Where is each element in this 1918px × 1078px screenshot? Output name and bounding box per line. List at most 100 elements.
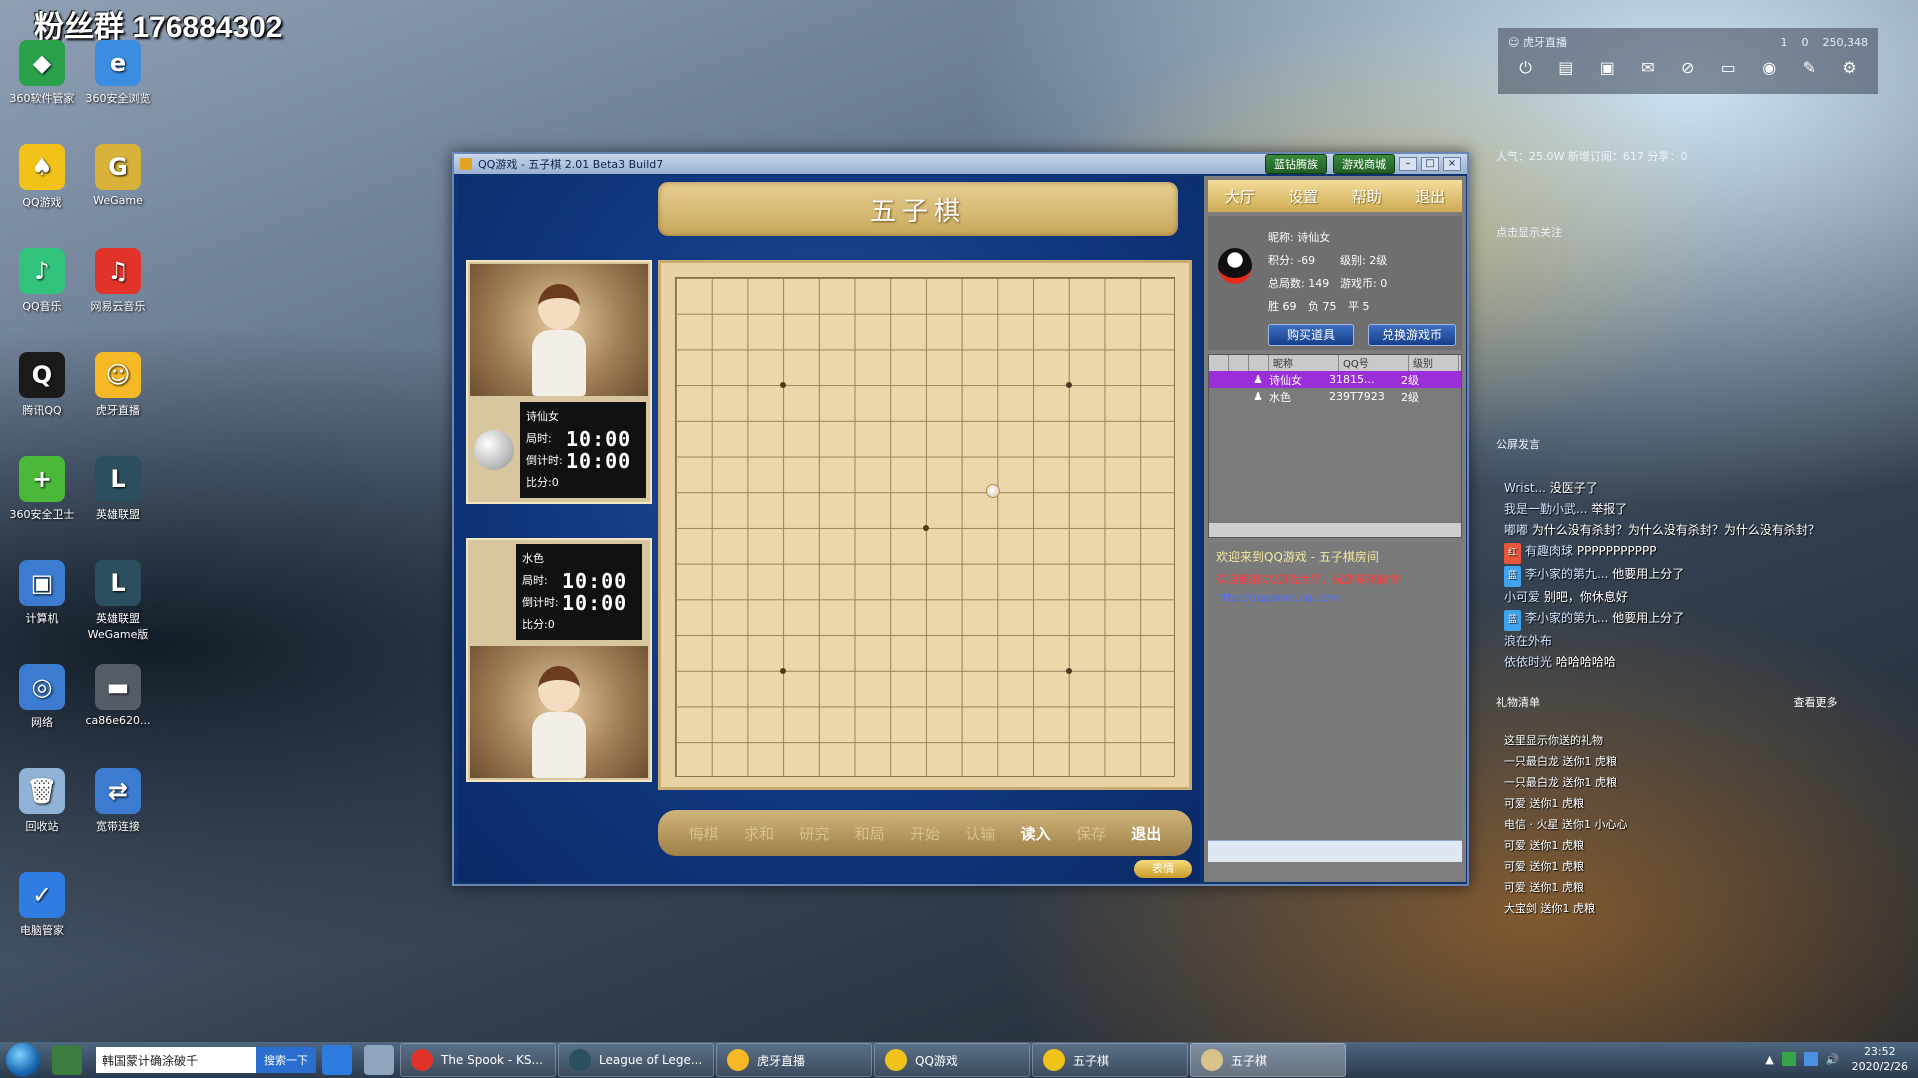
camera-icon[interactable]: ◉ — [1762, 58, 1776, 78]
taskbar-search-input[interactable]: 韩国蒙计确涂破千 — [96, 1047, 256, 1073]
desktop-icon[interactable]: ♪ QQ音乐 — [2, 248, 82, 314]
taskbar-button[interactable]: 虎牙直播 — [716, 1043, 872, 1077]
ie-icon[interactable] — [322, 1045, 352, 1075]
power-icon[interactable]: ⏻ — [1519, 58, 1532, 78]
desktop-icon[interactable]: L 英雄联盟 — [78, 456, 158, 522]
exchange-coins-button[interactable]: 兑换游戏币 — [1368, 324, 1456, 346]
taskbar-search-button[interactable]: 搜索一下 — [256, 1047, 316, 1073]
col-level[interactable]: 级别 — [1409, 355, 1459, 371]
network-icon[interactable] — [1803, 1052, 1818, 1066]
desktop-icon[interactable]: ✓ 电脑管家 — [2, 872, 82, 938]
close-icon[interactable]: × — [1443, 157, 1461, 171]
danmaku-user[interactable]: 嘟嘟 — [1504, 523, 1532, 537]
study-button[interactable]: 研究 — [799, 823, 829, 844]
taskbar-button-label: The Spook - KS... — [441, 1053, 543, 1067]
regret-button[interactable]: 悔棋 — [689, 823, 719, 844]
app-icon: ♠ — [19, 144, 65, 190]
taskbar-button[interactable]: 五子棋 — [1032, 1043, 1188, 1077]
start-button[interactable] — [6, 1043, 40, 1077]
browser-icon[interactable] — [52, 1045, 82, 1075]
danmaku-user[interactable]: 浪在外布 — [1504, 634, 1552, 648]
gift-icon[interactable]: ✉ — [1641, 58, 1654, 78]
taskbar-button[interactable]: QQ游戏 — [874, 1043, 1030, 1077]
stat-viewers: 1 — [1780, 35, 1788, 49]
col-qq[interactable]: QQ号 — [1339, 355, 1409, 371]
danmaku-text: 举报了 — [1591, 502, 1628, 516]
stat-total: 250,348 — [1822, 35, 1869, 49]
danmaku-item: Wrist... 没医子了 — [1504, 478, 1884, 499]
buy-items-button[interactable]: 购买道具 — [1268, 324, 1354, 346]
mute-icon[interactable]: ⊘ — [1681, 58, 1694, 78]
draw-request-button[interactable]: 求和 — [744, 823, 774, 844]
emote-button[interactable]: 表情 — [1134, 860, 1192, 878]
load-button[interactable]: 读入 — [1021, 823, 1051, 844]
desktop-icon[interactable]: ▣ 计算机 — [2, 560, 82, 626]
minimize-icon[interactable]: – — [1399, 157, 1417, 171]
game-store-button[interactable]: 游戏商城 — [1333, 154, 1395, 174]
app-icon: Q — [19, 352, 65, 398]
star-point — [923, 525, 929, 531]
desktop-icon[interactable]: Q 腾讯QQ — [2, 352, 82, 418]
menu-exit[interactable]: 退出 — [1415, 186, 1445, 207]
volume-icon[interactable]: 🔊 — [1826, 1053, 1840, 1066]
desktop-icon[interactable]: +360安全卫士 — [2, 456, 82, 522]
desktop-icon[interactable]: ▬ ca86e620... — [78, 664, 158, 727]
gear-icon[interactable]: ⚙ — [1842, 58, 1856, 78]
menu-lobby[interactable]: 大厅 — [1225, 186, 1255, 207]
col-nickname[interactable]: 昵称 — [1269, 355, 1339, 371]
danmaku-user[interactable]: 小可爱 — [1504, 590, 1544, 604]
danmaku-title: 公屏发言 — [1496, 438, 1540, 451]
resign-button[interactable]: 认输 — [965, 823, 995, 844]
save-button[interactable]: 保存 — [1076, 823, 1106, 844]
taskbar-button[interactable]: The Spook - KS... — [400, 1043, 556, 1077]
desktop-icon[interactable]: ⇄ 宽带连接 — [78, 768, 158, 834]
danmaku-user[interactable]: 李小家的第九... — [1525, 567, 1612, 581]
desktop-icon[interactable]: L 英雄联盟WeGame版 — [78, 560, 158, 642]
app-icon: + — [19, 456, 65, 502]
chat-link[interactable]: http://qqgame.qq.com — [1208, 587, 1462, 608]
desktop-icon[interactable]: ♫ 网易云音乐 — [78, 248, 158, 314]
gomoku-board[interactable] — [675, 277, 1175, 777]
menu-settings[interactable]: 设置 — [1288, 186, 1318, 207]
star-point — [780, 668, 786, 674]
user-list-scrollbar[interactable] — [1209, 523, 1461, 537]
screen-icon[interactable]: ▣ — [1600, 58, 1615, 78]
clock[interactable]: 23:52 2020/2/26 — [1852, 1044, 1908, 1074]
gift-item: 可爱 送你1 虎粮 — [1504, 881, 1584, 894]
chat-icon[interactable]: ▤ — [1558, 58, 1573, 78]
taskbar-button[interactable]: League of Lege... — [558, 1043, 714, 1077]
maximize-icon[interactable]: □ — [1421, 157, 1439, 171]
user-row[interactable]: ♟ 水色 239T7923 2级 — [1209, 388, 1461, 405]
start-button[interactable]: 开始 — [910, 823, 940, 844]
tray-arrow-icon[interactable]: ▲ — [1765, 1053, 1773, 1066]
taskbar-button[interactable]: 五子棋 — [1190, 1043, 1346, 1077]
explorer-icon[interactable] — [364, 1045, 394, 1075]
desktop-icon[interactable]: ◆ 360软件管家 — [2, 40, 82, 106]
desktop-icon[interactable]: G WeGame — [78, 144, 158, 207]
desktop-icon[interactable]: 🗑 回收站 — [2, 768, 82, 834]
gift-item: 可爱 送你1 虎粮 — [1504, 797, 1584, 810]
user-icon: ♟ — [1253, 390, 1263, 403]
danmaku-user[interactable]: 有趣肉球 — [1525, 544, 1577, 558]
tray-app-icon[interactable] — [1781, 1052, 1796, 1066]
menu-help[interactable]: 帮助 — [1352, 186, 1382, 207]
gift-more-link[interactable]: 查看更多 — [1794, 696, 1838, 709]
tool-icon[interactable]: ✎ — [1803, 58, 1816, 78]
window-icon[interactable]: ▭ — [1721, 58, 1736, 78]
chat-input[interactable] — [1208, 840, 1462, 862]
desktop-icon[interactable]: ☺ 虎牙直播 — [78, 352, 158, 418]
profile-coins: 游戏币: 0 — [1340, 277, 1388, 290]
desktop-icon[interactable]: ♠ QQ游戏 — [2, 144, 82, 210]
danmaku-user[interactable]: 李小家的第九... — [1525, 611, 1612, 625]
danmaku-user[interactable]: Wrist... — [1504, 481, 1550, 495]
desktop-icon[interactable]: ◎ 网络 — [2, 664, 82, 730]
tie-button[interactable]: 和局 — [855, 823, 885, 844]
window-titlebar[interactable]: QQ游戏 - 五子棋 2.01 Beta3 Build7 蓝钻腾族 游戏商城 –… — [454, 154, 1467, 174]
danmaku-user[interactable]: 我是一勤小武... — [1504, 502, 1591, 516]
danmaku-user[interactable]: 依依时光 — [1504, 655, 1556, 669]
exit-button[interactable]: 退出 — [1131, 823, 1161, 844]
lanzuan-button[interactable]: 蓝钻腾族 — [1265, 154, 1327, 174]
desktop-icon[interactable]: e 360安全浏览 — [78, 40, 158, 106]
gift-title: 礼物清单 查看更多 — [1496, 696, 1838, 709]
user-row[interactable]: ♟ 诗仙女 31815... 2级 — [1209, 371, 1461, 388]
